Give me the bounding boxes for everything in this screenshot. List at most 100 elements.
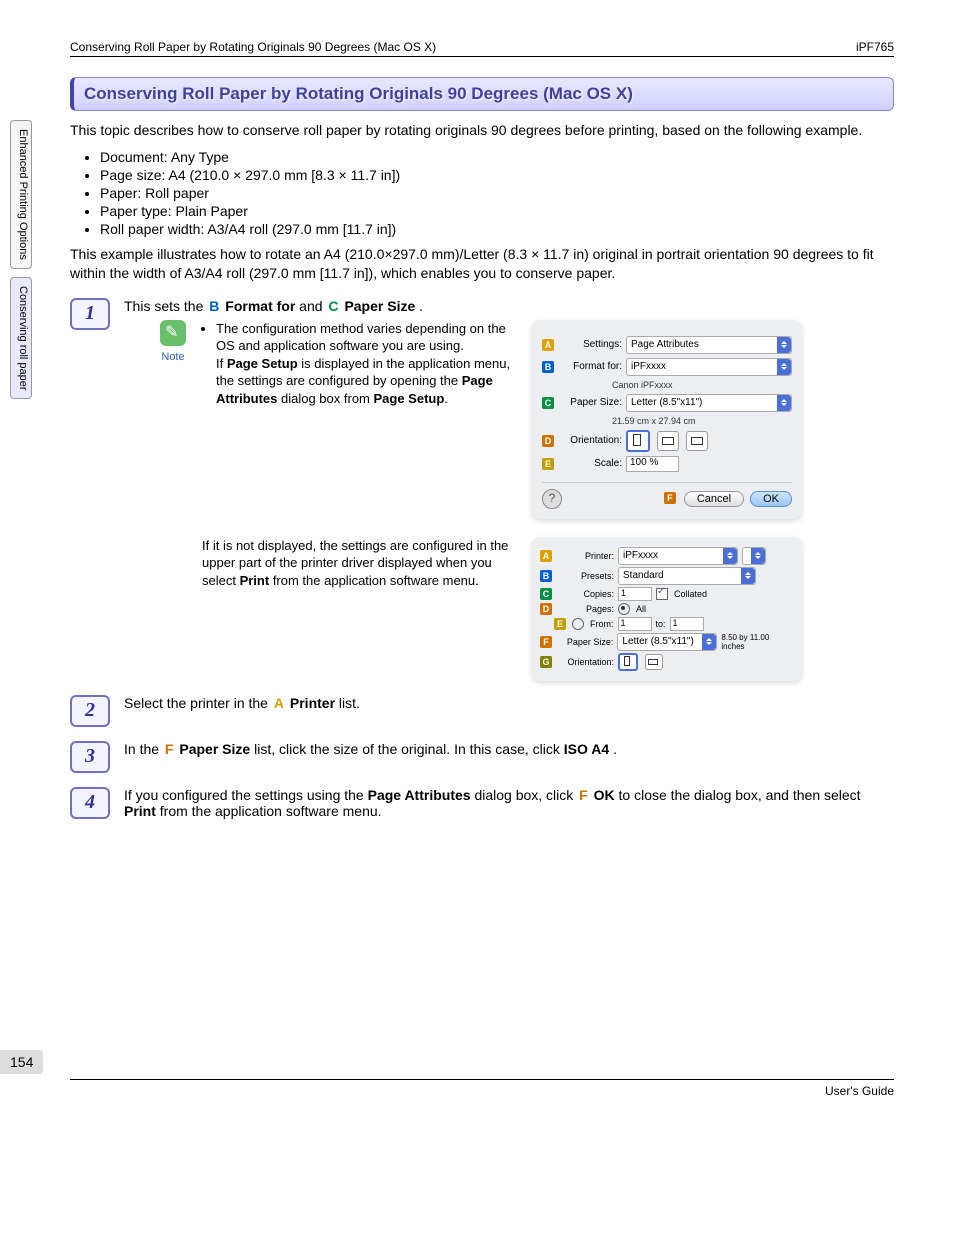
step-4-t3: to close the dialog box, and then select xyxy=(619,787,861,803)
note-label: Note xyxy=(154,351,192,363)
callout-B: B xyxy=(207,298,221,314)
note-b4: . xyxy=(444,391,448,406)
note-bold3: Page Setup xyxy=(374,391,445,406)
dlg2-printer-value: iPFxxxx xyxy=(623,550,658,561)
dlg2-paper-value: Letter (8.5"x11") xyxy=(622,636,693,647)
dlg2-paper-dim: 8.50 by 11.00 inches xyxy=(721,633,794,651)
dlg1-callout-F: F xyxy=(664,492,676,504)
bullet-paper-type: Paper type: Plain Paper xyxy=(100,203,894,219)
dlg2-callout-C: C xyxy=(540,588,552,600)
step-4: 4 If you configured the settings using t… xyxy=(70,787,894,819)
dlg2-pages-all-radio[interactable] xyxy=(618,603,630,615)
note2-text: If it is not displayed, the settings are… xyxy=(202,537,512,590)
print-dialog: A Printer: iPFxxxx B Presets: Standard xyxy=(532,537,802,681)
dlg2-collated-label: Collated xyxy=(674,589,707,599)
dlg2-printer-expand[interactable] xyxy=(742,547,766,565)
dlg2-collated-check[interactable] xyxy=(656,588,668,600)
callout-B-text: Format for xyxy=(225,298,295,314)
bullet-paper: Paper: Roll paper xyxy=(100,185,894,201)
dlg2-paper-select[interactable]: Letter (8.5"x11") xyxy=(617,633,717,651)
dlg2-printer-label: Printer: xyxy=(558,551,614,561)
step-3-bold: ISO A4 xyxy=(564,741,609,757)
step-2-t1: Select the printer in the xyxy=(124,695,272,711)
intro2-paragraph: This example illustrates how to rotate a… xyxy=(70,245,894,284)
callout-F-step3: F xyxy=(163,741,176,757)
step-3-number: 3 xyxy=(70,741,110,773)
dlg2-pages-from-radio[interactable] xyxy=(572,618,584,630)
dlg2-presets-label: Presets: xyxy=(558,571,614,581)
dlg1-scale-label: Scale: xyxy=(560,458,622,469)
step-1-text-mid: and xyxy=(299,298,326,314)
dlg1-help-button[interactable]: ? xyxy=(542,489,562,509)
dlg2-pages-all-label: All xyxy=(636,604,646,614)
dlg1-format-select[interactable]: iPFxxxx xyxy=(626,358,792,376)
page-setup-dialog: A Settings: Page Attributes B Format for… xyxy=(532,320,802,519)
step-3-t1: In the xyxy=(124,741,163,757)
note2-t2: from the application software menu. xyxy=(269,573,479,588)
dlg2-callout-E: E xyxy=(554,618,566,630)
callout-C: C xyxy=(326,298,340,314)
dlg2-to-input[interactable]: 1 xyxy=(670,617,704,631)
dlg1-callout-E: E xyxy=(542,458,554,470)
dlg1-format-label: Format for: xyxy=(560,361,622,372)
dlg2-callout-G: G xyxy=(540,656,552,668)
dlg2-presets-select[interactable]: Standard xyxy=(618,567,756,585)
step-4-bold1: Page Attributes xyxy=(368,787,471,803)
dlg1-callout-B: B xyxy=(542,361,554,373)
step-3-t2: list, click the size of the original. In… xyxy=(254,741,564,757)
dlg1-paper-sub: 21.59 cm x 27.94 cm xyxy=(612,416,792,426)
dlg2-paper-label: Paper Size: xyxy=(558,637,614,647)
bullet-document: Document: Any Type xyxy=(100,149,894,165)
dlg1-orient-landscape-rev[interactable] xyxy=(686,431,708,451)
dlg2-copies-input[interactable]: 1 xyxy=(618,587,652,601)
dlg1-settings-value: Page Attributes xyxy=(631,339,699,350)
sidebar-tab-conserving[interactable]: Conserving roll paper xyxy=(10,277,32,400)
dlg2-callout-F: F xyxy=(540,636,552,648)
dlg1-paper-value: Letter (8.5"x11") xyxy=(631,397,702,408)
dlg2-callout-A: A xyxy=(540,550,552,562)
dlg2-from-input[interactable]: 1 xyxy=(618,617,652,631)
dlg1-orient-landscape[interactable] xyxy=(657,431,679,451)
dlg1-format-sub: Canon iPFxxxx xyxy=(612,380,792,390)
dlg1-orient-portrait[interactable] xyxy=(626,430,650,452)
page-number: 154 xyxy=(0,1050,43,1074)
callout-A-step2: A xyxy=(272,695,286,711)
dlg1-ok-button[interactable]: OK xyxy=(750,491,792,507)
dlg1-settings-label: Settings: xyxy=(560,339,622,350)
step-1-text-pre: This sets the xyxy=(124,298,207,314)
dlg1-callout-C: C xyxy=(542,397,554,409)
dlg1-settings-select[interactable]: Page Attributes xyxy=(626,336,792,354)
dlg1-cancel-button[interactable]: Cancel xyxy=(684,491,744,507)
callout-A-text-step2: Printer xyxy=(290,695,335,711)
dlg1-callout-A: A xyxy=(542,339,554,351)
section-title: Conserving Roll Paper by Rotating Origin… xyxy=(70,77,894,111)
step-4-t1: If you configured the settings using the xyxy=(124,787,368,803)
dlg2-callout-B: B xyxy=(540,570,552,582)
dlg1-orient-label: Orientation: xyxy=(560,435,622,446)
note-icon xyxy=(160,320,186,346)
dlg1-scale-input[interactable]: 100 % xyxy=(626,456,679,472)
step-1-number: 1 xyxy=(70,298,110,330)
callout-F-step4: F xyxy=(577,787,590,803)
dlg1-callout-D: D xyxy=(542,435,554,447)
dlg2-printer-select[interactable]: iPFxxxx xyxy=(618,547,738,565)
step-4-bold2: Print xyxy=(124,803,156,819)
page-header: Conserving Roll Paper by Rotating Origin… xyxy=(70,40,894,57)
step-4-t2: dialog box, click xyxy=(474,787,577,803)
dlg2-orient-portrait[interactable] xyxy=(618,653,638,671)
dlg2-presets-value: Standard xyxy=(623,570,664,581)
step-1: 1 This sets the B Format for and C Paper… xyxy=(70,298,894,681)
dlg2-copies-label: Copies: xyxy=(558,589,614,599)
dlg2-orient-landscape[interactable] xyxy=(645,654,663,670)
step-4-t4: from the application software menu. xyxy=(160,803,382,819)
step-4-number: 4 xyxy=(70,787,110,819)
bullet-page-size: Page size: A4 (210.0 × 297.0 mm [8.3 × 1… xyxy=(100,167,894,183)
note-text: The configuration method varies dependin… xyxy=(202,320,512,408)
header-right: iPF765 xyxy=(856,40,894,54)
dlg1-paper-select[interactable]: Letter (8.5"x11") xyxy=(626,394,792,412)
sidebar-tab-enhanced[interactable]: Enhanced Printing Options xyxy=(10,120,32,269)
note-b1: If xyxy=(216,356,227,371)
note-b3: dialog box from xyxy=(277,391,373,406)
dlg2-callout-D: D xyxy=(540,603,552,615)
dlg1-paper-label: Paper Size: xyxy=(560,397,622,408)
